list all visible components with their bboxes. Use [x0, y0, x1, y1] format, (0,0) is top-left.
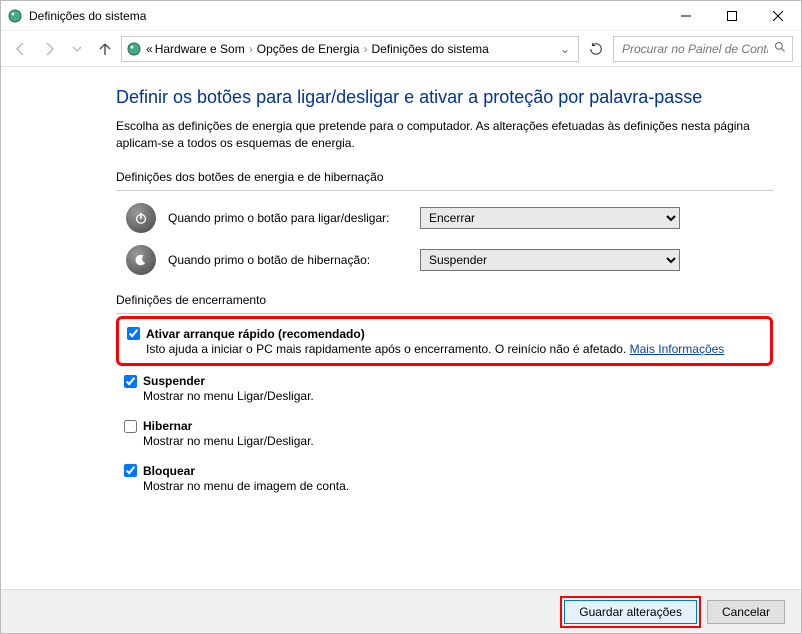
power-button-label: Quando primo o botão para ligar/desligar… — [168, 211, 408, 225]
sleep-button-select[interactable]: Suspender — [420, 249, 680, 271]
hibernate-label: Hibernar — [143, 419, 192, 433]
breadcrumb-prefix[interactable]: « — [146, 42, 153, 56]
suspend-label: Suspender — [143, 374, 205, 388]
close-button[interactable] — [755, 1, 801, 31]
search-box[interactable] — [613, 36, 793, 62]
content-area: Definir os botões para ligar/desligar e … — [1, 69, 801, 589]
control-panel-icon — [126, 41, 142, 57]
chevron-right-icon: › — [247, 42, 255, 56]
chevron-right-icon: › — [361, 42, 369, 56]
maximize-button[interactable] — [709, 1, 755, 31]
breadcrumb-item[interactable]: Definições do sistema — [371, 42, 488, 56]
forward-button[interactable] — [37, 37, 61, 61]
save-button[interactable]: Guardar alterações — [564, 600, 697, 624]
section-shutdown-head: Definições de encerramento — [116, 293, 773, 314]
page-title: Definir os botões para ligar/desligar e … — [116, 87, 773, 108]
back-button[interactable] — [9, 37, 33, 61]
hibernate-checkbox[interactable] — [124, 420, 137, 433]
address-bar[interactable]: « Hardware e Som › Opções de Energia › D… — [121, 36, 579, 62]
breadcrumb-item[interactable]: Opções de Energia — [257, 42, 360, 56]
chevron-down-icon[interactable]: ⌄ — [556, 42, 574, 56]
power-button-select[interactable]: Encerrar — [420, 207, 680, 229]
up-button[interactable] — [93, 37, 117, 61]
sleep-button-label: Quando primo o botão de hibernação: — [168, 253, 408, 267]
sleep-icon — [126, 245, 156, 275]
lock-checkbox[interactable] — [124, 464, 137, 477]
window-title: Definições do sistema — [29, 9, 146, 23]
power-button-row: Quando primo o botão para ligar/desligar… — [116, 203, 773, 233]
recent-dropdown-button[interactable] — [65, 37, 89, 61]
fast-startup-label: Ativar arranque rápido (recomendado) — [146, 327, 365, 341]
footer-bar: Guardar alterações Cancelar — [1, 589, 801, 633]
search-icon[interactable] — [774, 41, 786, 56]
app-icon — [7, 8, 23, 24]
lock-label: Bloquear — [143, 464, 195, 478]
sleep-button-row: Quando primo o botão de hibernação: Susp… — [116, 245, 773, 275]
power-icon — [126, 203, 156, 233]
minimize-button[interactable] — [663, 1, 709, 31]
fast-startup-desc: Isto ajuda a iniciar o PC mais rapidamen… — [146, 342, 630, 356]
refresh-button[interactable] — [583, 36, 609, 62]
search-input[interactable] — [620, 41, 770, 57]
suspend-checkbox[interactable] — [124, 375, 137, 388]
highlight-annotation: Ativar arranque rápido (recomendado) Ist… — [116, 316, 773, 367]
lock-desc: Mostrar no menu de imagem de conta. — [143, 478, 773, 495]
fast-startup-checkbox[interactable] — [127, 327, 140, 340]
cancel-button[interactable]: Cancelar — [707, 600, 785, 624]
breadcrumb-item[interactable]: Hardware e Som — [155, 42, 245, 56]
title-bar: Definições do sistema — [1, 1, 801, 31]
hibernate-desc: Mostrar no menu Ligar/Desligar. — [143, 433, 773, 450]
section-power-buttons-head: Definições dos botões de energia e de hi… — [116, 170, 773, 191]
suspend-desc: Mostrar no menu Ligar/Desligar. — [143, 388, 773, 405]
nav-bar: « Hardware e Som › Opções de Energia › D… — [1, 31, 801, 67]
more-info-link[interactable]: Mais Informações — [630, 342, 725, 356]
page-intro: Escolha as definições de energia que pre… — [116, 118, 773, 152]
